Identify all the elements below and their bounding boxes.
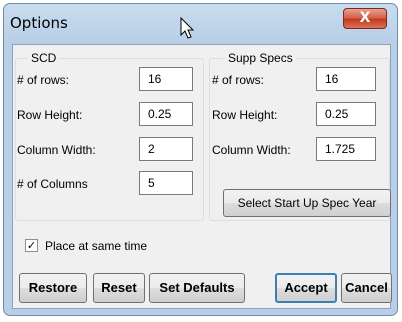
supp-rows-input[interactable]: 16 <box>316 67 376 91</box>
restore-button[interactable]: Restore <box>19 273 87 303</box>
scd-column-width-input[interactable]: 2 <box>139 137 193 161</box>
select-start-up-spec-year-button[interactable]: Select Start Up Spec Year <box>223 189 391 217</box>
set-defaults-button[interactable]: Set Defaults <box>149 273 245 303</box>
supp-rows-label: # of rows: <box>212 73 265 87</box>
scd-column-width-label: Column Width: <box>17 143 96 157</box>
scd-columns-label: # of Columns <box>17 177 88 191</box>
scd-rows-label: # of rows: <box>17 73 70 87</box>
options-window: Options X SCD # of rows: 16 Row Height: … <box>3 3 398 316</box>
supp-row-height-label: Row Height: <box>212 108 278 122</box>
accept-button[interactable]: Accept <box>275 273 337 303</box>
place-at-same-time-checkbox[interactable]: ✓ <box>25 239 38 252</box>
mouse-cursor-icon <box>180 17 195 39</box>
window-title: Options <box>10 14 68 32</box>
scd-rows-input[interactable]: 16 <box>139 67 193 91</box>
supp-column-width-input[interactable]: 1.725 <box>316 137 376 161</box>
supp-row-height-input[interactable]: 0.25 <box>316 102 376 126</box>
dialog-body: SCD # of rows: 16 Row Height: 0.25 Colum… <box>12 44 392 309</box>
reset-button[interactable]: Reset <box>93 273 145 303</box>
scd-columns-input[interactable]: 5 <box>139 171 193 195</box>
cancel-button[interactable]: Cancel <box>341 273 392 303</box>
close-button[interactable]: X <box>343 8 387 29</box>
place-at-same-time-label: Place at same time <box>45 239 148 253</box>
supp-specs-group-legend: Supp Specs <box>225 51 296 65</box>
scd-row-height-input[interactable]: 0.25 <box>139 102 193 126</box>
supp-column-width-label: Column Width: <box>212 143 291 157</box>
scd-group-legend: SCD <box>28 51 60 65</box>
scd-row-height-label: Row Height: <box>17 108 83 122</box>
